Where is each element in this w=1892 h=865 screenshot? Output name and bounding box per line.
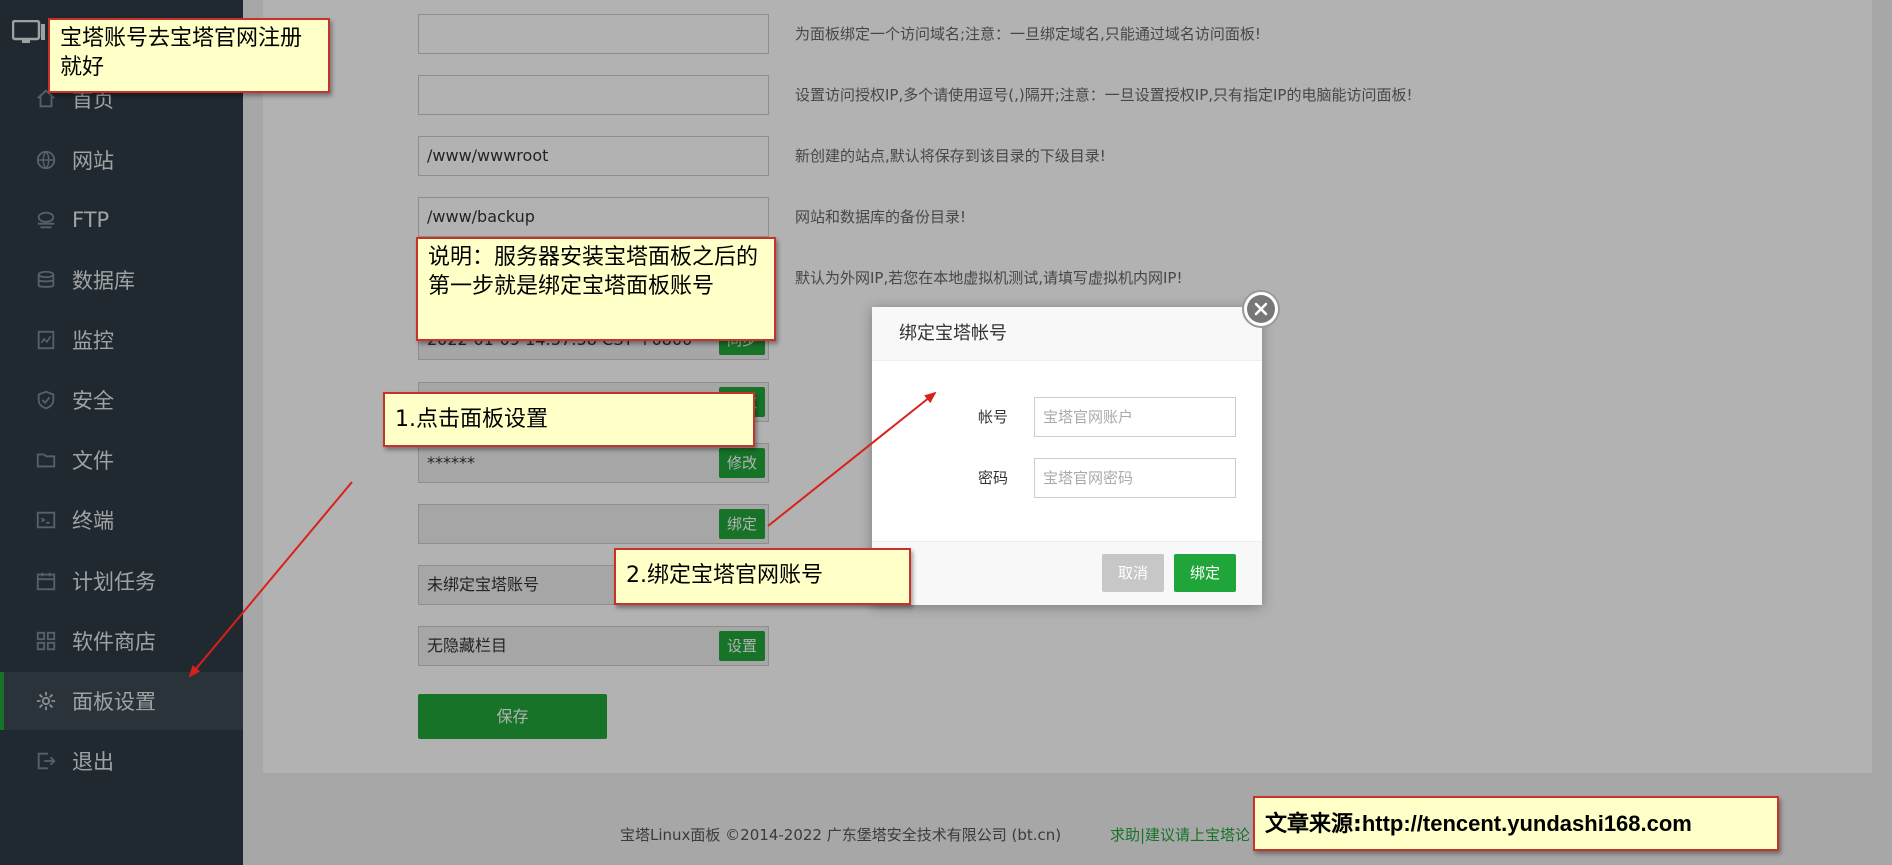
source-url: http://tencent.yundashi168.com (1361, 811, 1692, 836)
account-input[interactable]: 宝塔官网账户 (1034, 397, 1236, 437)
modal-close-button[interactable] (1242, 290, 1280, 328)
source-prefix: 文章来源: (1265, 812, 1362, 837)
bind-account-modal: 绑定宝塔帐号 帐号 宝塔官网账户 密码 宝塔官网密码 取消 绑定 (872, 307, 1262, 605)
bind-confirm-button[interactable]: 绑定 (1174, 554, 1236, 592)
password-row: 密码 宝塔官网密码 (872, 458, 1262, 498)
cancel-button[interactable]: 取消 (1102, 554, 1164, 592)
close-icon (1247, 295, 1275, 323)
password-label: 密码 (977, 469, 1008, 487)
note-step2: 2.绑定宝塔官网账号 (614, 548, 911, 605)
note-source: 文章来源:http://tencent.yundashi168.com (1253, 796, 1779, 851)
modal-title: 绑定宝塔帐号 (872, 307, 1262, 361)
account-row: 帐号 宝塔官网账户 (872, 397, 1262, 437)
note-explanation: 说明：服务器安装宝塔面板之后的第一步就是绑定宝塔面板账号 (416, 237, 776, 341)
password-input[interactable]: 宝塔官网密码 (1034, 458, 1236, 498)
note-step1: 1.点击面板设置 (383, 392, 755, 447)
note-account-register: 宝塔账号去宝塔官网注册就好 (48, 18, 330, 93)
account-label: 帐号 (977, 408, 1008, 426)
modal-footer: 取消 绑定 (872, 541, 1262, 605)
